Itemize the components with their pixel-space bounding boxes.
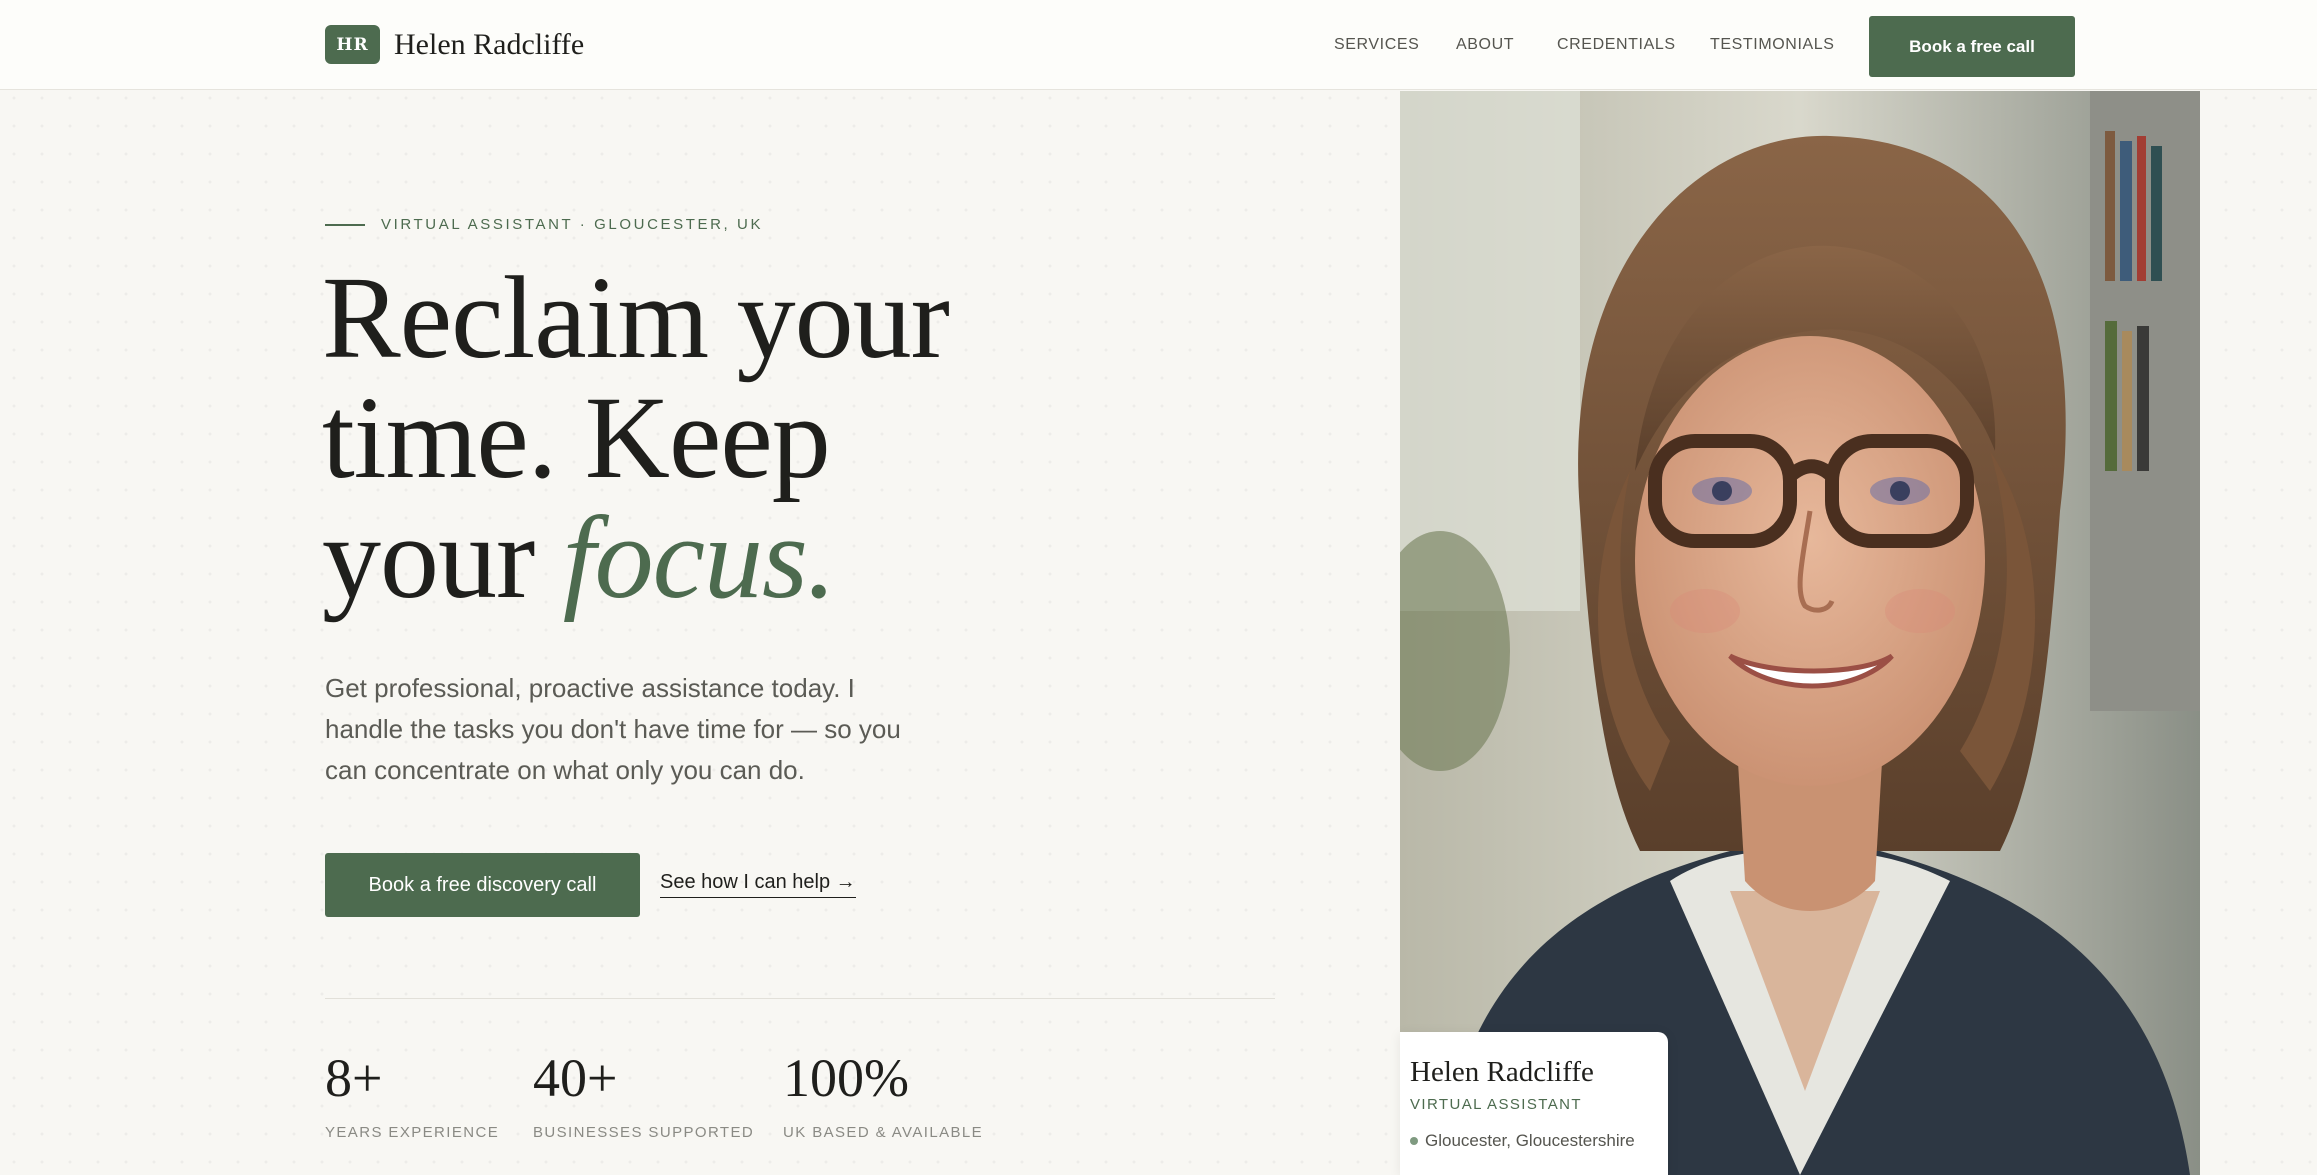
stat-label: UK BASED & AVAILABLE [783, 1124, 984, 1141]
hero-headline: Reclaim your time. Keep your focus. [322, 258, 1022, 618]
headline-line-1: Reclaim your [322, 252, 950, 383]
stat-businesses-supported: 40+ BUSINESSES SUPPORTED [533, 1048, 754, 1141]
headline-accent-word: focus. [562, 492, 837, 623]
caption-role: VIRTUAL ASSISTANT [1410, 1096, 1582, 1113]
see-how-i-can-help-link[interactable]: See how I can help → [660, 871, 856, 898]
nav-item-services[interactable]: SERVICES [1334, 36, 1419, 54]
stat-label: BUSINESSES SUPPORTED [533, 1124, 755, 1141]
eyebrow-rule [325, 223, 365, 226]
location-dot-icon [1410, 1137, 1418, 1145]
portrait-caption-card: Helen Radcliffe VIRTUAL ASSISTANT Glouce… [1400, 1032, 1668, 1175]
nav-item-about[interactable]: ABOUT [1456, 36, 1514, 54]
book-call-button[interactable]: Book a free call [1869, 16, 2075, 77]
book-discovery-call-button[interactable]: Book a free discovery call [325, 853, 640, 917]
location-text: Gloucester, Gloucestershire [1425, 1131, 1635, 1150]
stat-uk-based: 100% UK BASED & AVAILABLE [783, 1048, 983, 1141]
hero-eyebrow: VIRTUAL ASSISTANT · GLOUCESTER, UK [325, 216, 763, 233]
brand-name: Helen Radcliffe [394, 27, 585, 61]
hero-lead-paragraph: Get professional, proactive assistance t… [325, 673, 901, 785]
headline-plain-word: your [322, 492, 535, 623]
caption-location: Gloucester, Gloucestershire [1410, 1131, 1635, 1151]
brand-monogram-badge: HR [325, 25, 380, 64]
headline-line-3: your focus. [322, 498, 1022, 618]
stat-years-experience: 8+ YEARS EXPERIENCE [325, 1048, 499, 1141]
stats-divider [325, 998, 1275, 999]
caption-name: Helen Radcliffe [1410, 1056, 1594, 1088]
stat-value: 8+ [325, 1048, 383, 1108]
stat-label: YEARS EXPERIENCE [325, 1124, 500, 1141]
eyebrow-text: VIRTUAL ASSISTANT · GLOUCESTER, UK [381, 216, 764, 233]
stat-value: 40+ [533, 1048, 618, 1108]
portrait-photo [1400, 91, 2200, 1175]
brand-logo[interactable]: HR Helen Radcliffe [325, 25, 584, 64]
portrait-illustration [1400, 91, 2200, 1175]
headline-line-2: time. Keep [322, 372, 831, 503]
nav-item-credentials[interactable]: CREDENTIALS [1557, 36, 1676, 54]
site-header: HR Helen Radcliffe SERVICES ABOUT CREDEN… [0, 0, 2317, 90]
nav-item-testimonials[interactable]: TESTIMONIALS [1710, 36, 1835, 54]
stat-value: 100% [783, 1048, 909, 1108]
